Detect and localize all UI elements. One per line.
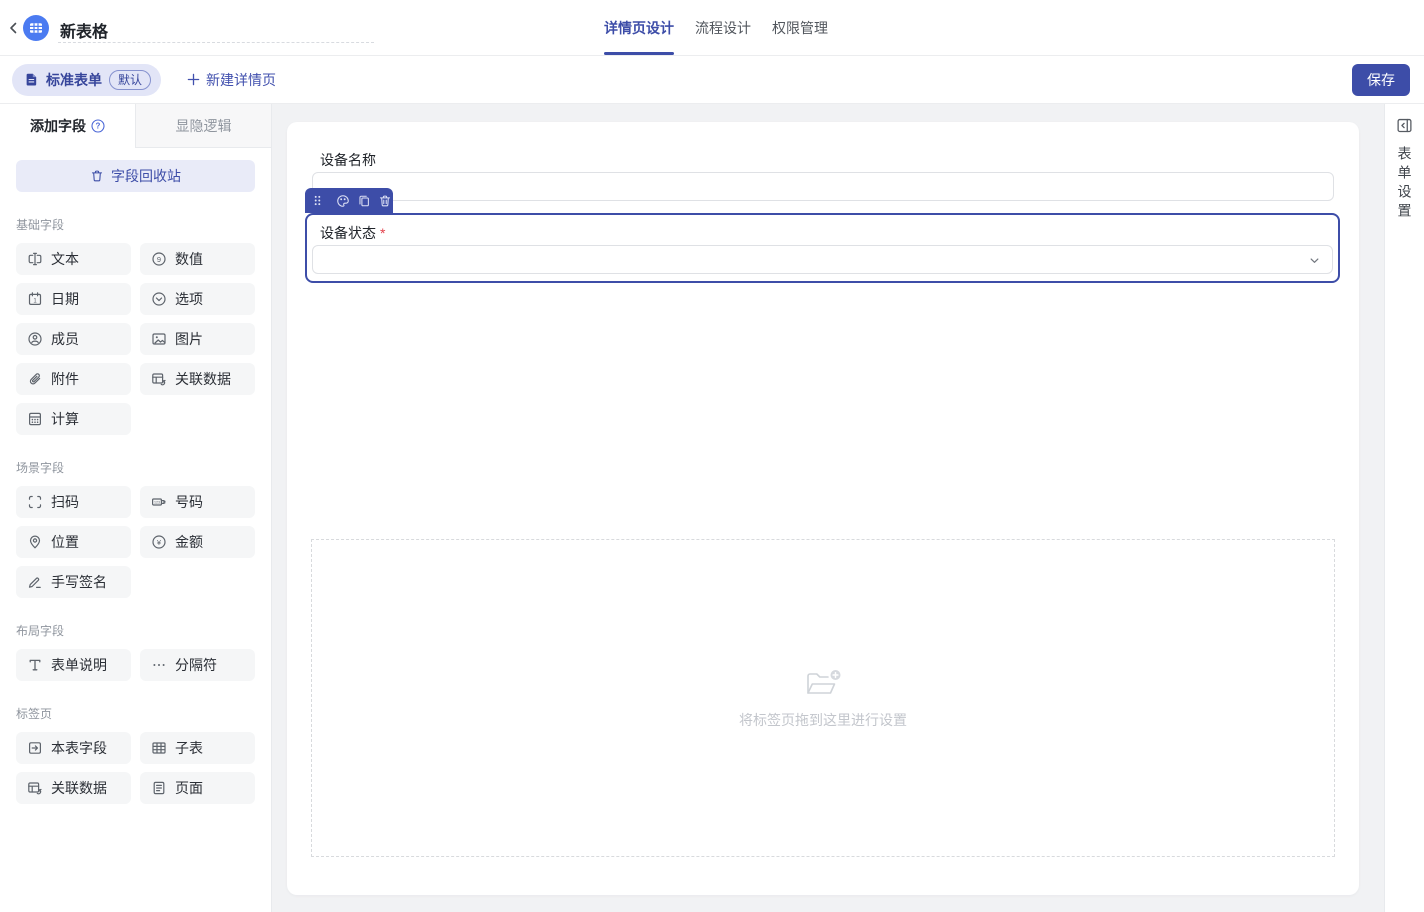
selected-field-toolbar [305,188,393,213]
field-device-status-label: 设备状态* [320,223,385,243]
field-item-amount[interactable]: ¥ 金额 [140,526,255,558]
field-device-name-label: 设备名称 [320,150,376,170]
tab-dropzone-hint: 将标签页拖到这里进行设置 [739,710,907,730]
svg-text:?: ? [96,122,101,131]
field-item-relation[interactable]: 关联数据 [140,363,255,395]
field-device-status-select[interactable] [312,245,1333,274]
standard-form-pill[interactable]: 标准表单 默认 [12,64,161,96]
section-scene-fields: 场景字段 [16,459,255,476]
option-icon [151,291,167,307]
question-circle-icon[interactable]: ? [91,119,105,133]
tab-add-field[interactable]: 添加字段 ? [0,104,135,148]
main-tabs: 详情页设计 流程设计 权限管理 [604,0,828,56]
section-tab-pages: 标签页 [16,705,255,722]
field-item-phone-number[interactable]: 123 号码 [140,486,255,518]
member-icon [27,331,43,347]
tab-visibility-logic[interactable]: 显隐逻辑 [135,104,271,148]
page-title[interactable]: 新表格 [60,18,108,42]
field-item-option[interactable]: 选项 [140,283,255,315]
field-item-relation-tab[interactable]: 关联数据 [16,772,131,804]
sidebar-tabs: 添加字段 ? 显隐逻辑 [0,104,271,148]
field-item-form-description[interactable]: 表单说明 [16,649,131,681]
field-library-sidebar: 添加字段 ? 显隐逻辑 字段回收站 基础字段 文本 9 数值 1 日期 [0,104,272,912]
section-basic-fields: 基础字段 [16,216,255,233]
copy-icon[interactable] [357,194,371,208]
ellipsis-icon [151,657,167,673]
calendar-icon: 1 [27,291,43,307]
tab-workflow-design[interactable]: 流程设计 [695,0,751,56]
palette-icon[interactable] [336,194,350,208]
field-item-sheet-fields[interactable]: 本表字段 [16,732,131,764]
folder-plus-icon [803,666,843,700]
app-grid-icon [23,15,49,41]
trash-icon [90,169,104,183]
svg-text:1: 1 [33,299,37,305]
field-item-text[interactable]: 文本 [16,243,131,275]
form-canvas: 设备名称 设备状态* [272,104,1384,912]
amount-icon: ¥ [151,534,167,550]
scan-icon [27,494,43,510]
new-detail-page-button[interactable]: 新建详情页 [187,70,276,90]
title-edit-underline [58,42,374,43]
field-item-location[interactable]: 位置 [16,526,131,558]
svg-text:¥: ¥ [157,538,162,547]
form-card: 设备名称 设备状态* [287,122,1359,895]
layout-fields-grid: 表单说明 分隔符 [16,649,255,681]
form-settings-title[interactable]: 表单设置 [1395,146,1415,222]
required-asterisk: * [380,225,385,241]
app-header: 新表格 详情页设计 流程设计 权限管理 [0,0,1424,56]
subtable-icon [151,740,167,756]
form-toolbar: 标准表单 默认 新建详情页 保存 [0,56,1424,104]
section-layout-fields: 布局字段 [16,622,255,639]
field-item-attachment[interactable]: 附件 [16,363,131,395]
tab-permission[interactable]: 权限管理 [772,0,828,56]
back-icon[interactable] [6,20,24,38]
field-item-divider[interactable]: 分隔符 [140,649,255,681]
text-icon [27,251,43,267]
collapse-panel-icon[interactable] [1396,117,1413,134]
relation-icon [151,371,167,387]
delete-icon[interactable] [378,194,392,208]
svg-text:9: 9 [157,255,161,264]
default-badge: 默认 [109,70,151,90]
document-icon [24,72,39,87]
field-item-image[interactable]: 图片 [140,323,255,355]
field-recycle-bin-button[interactable]: 字段回收站 [16,160,255,192]
tab-detail-page-design[interactable]: 详情页设计 [604,0,674,56]
relation-icon [27,780,43,796]
image-icon [151,331,167,347]
field-device-name-input[interactable] [312,172,1334,201]
plus-icon [187,73,200,86]
page-icon [151,780,167,796]
field-device-status[interactable]: 设备状态* [305,213,1340,283]
save-button[interactable]: 保存 [1352,64,1410,96]
text-t-icon [27,657,43,673]
basic-fields-grid: 文本 9 数值 1 日期 选项 成员 图片 [16,243,255,435]
field-item-scan[interactable]: 扫码 [16,486,131,518]
attachment-icon [27,371,43,387]
field-item-page[interactable]: 页面 [140,772,255,804]
svg-text:123: 123 [154,501,160,505]
field-item-date[interactable]: 1 日期 [16,283,131,315]
form-pill-label: 标准表单 [46,70,102,90]
tab-fields-grid: 本表字段 子表 关联数据 页面 [16,732,255,804]
field-item-number[interactable]: 9 数值 [140,243,255,275]
sheet-field-icon [27,740,43,756]
form-settings-strip: 表单设置 [1384,104,1424,912]
chevron-down-icon [1308,254,1321,267]
number-icon: 9 [151,251,167,267]
field-item-signature[interactable]: 手写签名 [16,566,131,598]
signature-icon [27,574,43,590]
tab-dropzone[interactable]: 将标签页拖到这里进行设置 [311,539,1335,857]
field-item-subtable[interactable]: 子表 [140,732,255,764]
field-item-member[interactable]: 成员 [16,323,131,355]
location-icon [27,534,43,550]
scene-fields-grid: 扫码 123 号码 位置 ¥ 金额 手写签名 [16,486,255,598]
calculator-icon [27,411,43,427]
drag-handle-icon[interactable] [313,194,322,207]
sidebar-content: 字段回收站 基础字段 文本 9 数值 1 日期 选项 成员 [0,148,271,804]
field-item-calculation[interactable]: 计算 [16,403,131,435]
phone-number-icon: 123 [151,494,167,510]
